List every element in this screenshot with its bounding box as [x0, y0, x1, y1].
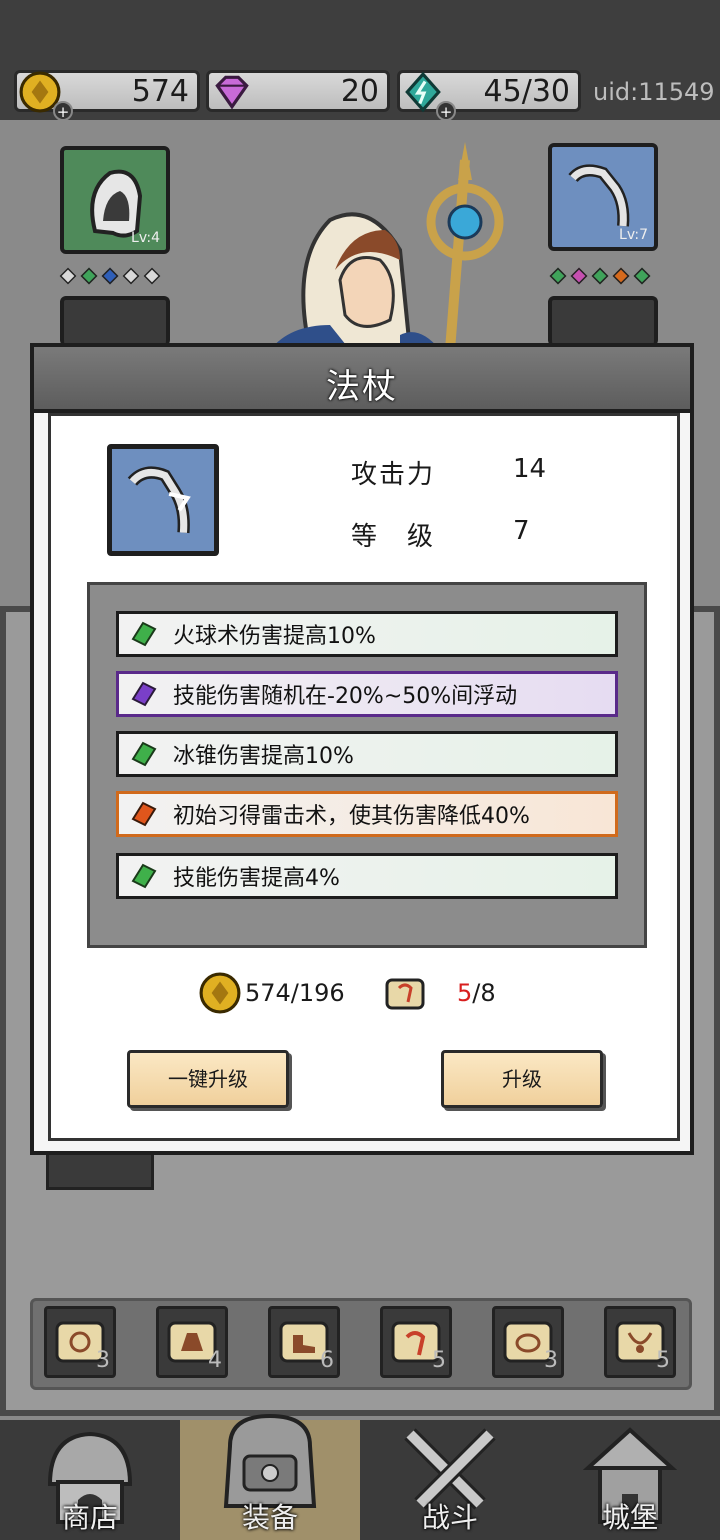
- affix-row: 火球术伤害提高10%: [116, 611, 618, 657]
- hero-character: [270, 142, 504, 350]
- gold-value: 574: [131, 73, 189, 109]
- affix-text: 火球术伤害提高10%: [173, 624, 376, 649]
- dialog-body: 攻击力 14 等 级 7 火球术伤害提高10% 技能伤害随机在-20%~50%间…: [48, 413, 680, 1141]
- gold-counter[interactable]: + 574: [14, 70, 200, 121]
- scroll-have-value: 5: [457, 979, 473, 1007]
- bottom-tab-bar: 商店 装备 战斗 城堡: [0, 1413, 720, 1540]
- scroll-count: 6: [320, 1348, 334, 1373]
- gem-socket-icon: [591, 267, 609, 285]
- affix-text: 初始习得雷击术，使其伤害降低40%: [173, 804, 530, 829]
- gem-socket-icon: [80, 267, 98, 285]
- add-energy-icon[interactable]: +: [436, 101, 456, 121]
- tab-castle[interactable]: 城堡: [540, 1420, 720, 1540]
- slot-level: Lv:7: [619, 227, 648, 243]
- slot-level: Lv:4: [131, 230, 160, 246]
- gold-cost: 574/196: [199, 972, 345, 1014]
- gem-socket-icon: [59, 267, 77, 285]
- level-label: 等 级: [351, 522, 436, 552]
- upgrade-button[interactable]: 升级: [441, 1050, 603, 1108]
- scroll-item[interactable]: 3: [44, 1306, 116, 1378]
- tab-battle[interactable]: 战斗: [360, 1420, 540, 1540]
- right-gem-row: [549, 267, 651, 285]
- scroll-need-value: /8: [472, 979, 496, 1007]
- ring-slot[interactable]: [548, 296, 658, 346]
- scroll-count: 5: [432, 1348, 446, 1373]
- scroll-count: 3: [96, 1348, 110, 1373]
- scroll-item[interactable]: 5: [604, 1306, 676, 1378]
- scroll-count: 3: [544, 1348, 558, 1373]
- green-crystal-icon: [131, 621, 157, 647]
- tab-equip[interactable]: 装备: [180, 1413, 360, 1540]
- tab-label: 战斗: [421, 1501, 478, 1534]
- green-crystal-icon: [131, 741, 157, 767]
- affix-text: 冰锥伤害提高10%: [173, 744, 354, 769]
- gold-coin-icon: [199, 972, 241, 1014]
- purple-crystal-icon: [131, 681, 157, 707]
- scroll-icon: [385, 978, 425, 1010]
- scroll-inventory-row: [30, 1298, 692, 1390]
- orange-crystal-icon: [131, 801, 157, 827]
- gem-socket-icon: [570, 267, 588, 285]
- gem-socket-icon: [633, 267, 651, 285]
- tab-label: 城堡: [601, 1501, 658, 1534]
- tab-label: 商店: [61, 1501, 118, 1534]
- tab-label: 装备: [241, 1501, 298, 1534]
- scroll-item[interactable]: 4: [156, 1306, 228, 1378]
- add-gold-icon[interactable]: +: [53, 101, 73, 121]
- scroll-count: 5: [656, 1348, 670, 1373]
- user-id: uid:11549: [593, 78, 715, 106]
- gold-cost-value: 574/196: [245, 979, 345, 1007]
- level-value: 7: [513, 516, 530, 546]
- weapon-slot[interactable]: Lv:7: [548, 143, 658, 251]
- one-key-upgrade-button[interactable]: 一键升级: [127, 1050, 289, 1108]
- green-crystal-icon: [131, 863, 157, 889]
- scroll-item[interactable]: 3: [492, 1306, 564, 1378]
- affix-row: 初始习得雷击术，使其伤害降低40%: [116, 791, 618, 837]
- gem-socket-icon: [122, 267, 140, 285]
- scroll-item[interactable]: 5: [380, 1306, 452, 1378]
- affix-row: 技能伤害提高4%: [116, 853, 618, 899]
- dialog-header: 法杖: [34, 347, 690, 413]
- attack-value: 14: [513, 454, 547, 484]
- gem-value: 20: [340, 73, 379, 109]
- affix-row: 技能伤害随机在-20%~50%间浮动: [116, 671, 618, 717]
- item-icon-frame: [107, 444, 219, 556]
- scroll-item[interactable]: 6: [268, 1306, 340, 1378]
- affix-text: 技能伤害提高4%: [173, 866, 340, 891]
- affix-list: 火球术伤害提高10% 技能伤害随机在-20%~50%间浮动 冰锥伤害提高10% …: [87, 582, 647, 948]
- diamond-icon: [215, 75, 249, 110]
- helmet-slot[interactable]: Lv:4: [60, 146, 170, 254]
- attack-label: 攻击力: [351, 460, 436, 490]
- scroll-count: 4: [208, 1348, 222, 1373]
- gem-socket-icon: [143, 267, 161, 285]
- gem-socket-icon: [549, 267, 567, 285]
- gem-socket-icon: [612, 267, 630, 285]
- energy-value: 45/30: [483, 73, 570, 109]
- energy-counter[interactable]: + 45/30: [397, 70, 581, 121]
- tab-shop[interactable]: 商店: [0, 1420, 180, 1540]
- scroll-cost: 5 /8: [381, 972, 496, 1014]
- gem-counter[interactable]: 20: [206, 70, 390, 112]
- dialog-title: 法杖: [326, 367, 398, 407]
- affix-row: 冰锥伤害提高10%: [116, 731, 618, 777]
- left-gem-row: [59, 267, 161, 285]
- staff-icon: [127, 466, 191, 534]
- gem-socket-icon: [101, 267, 119, 285]
- item-detail-dialog: 法杖 攻击力 14 等 级 7 火球术伤害提高10% 技能伤害随机在-20%~5…: [30, 343, 694, 1155]
- affix-text: 技能伤害随机在-20%~50%间浮动: [173, 684, 518, 709]
- armor-slot[interactable]: [60, 296, 170, 346]
